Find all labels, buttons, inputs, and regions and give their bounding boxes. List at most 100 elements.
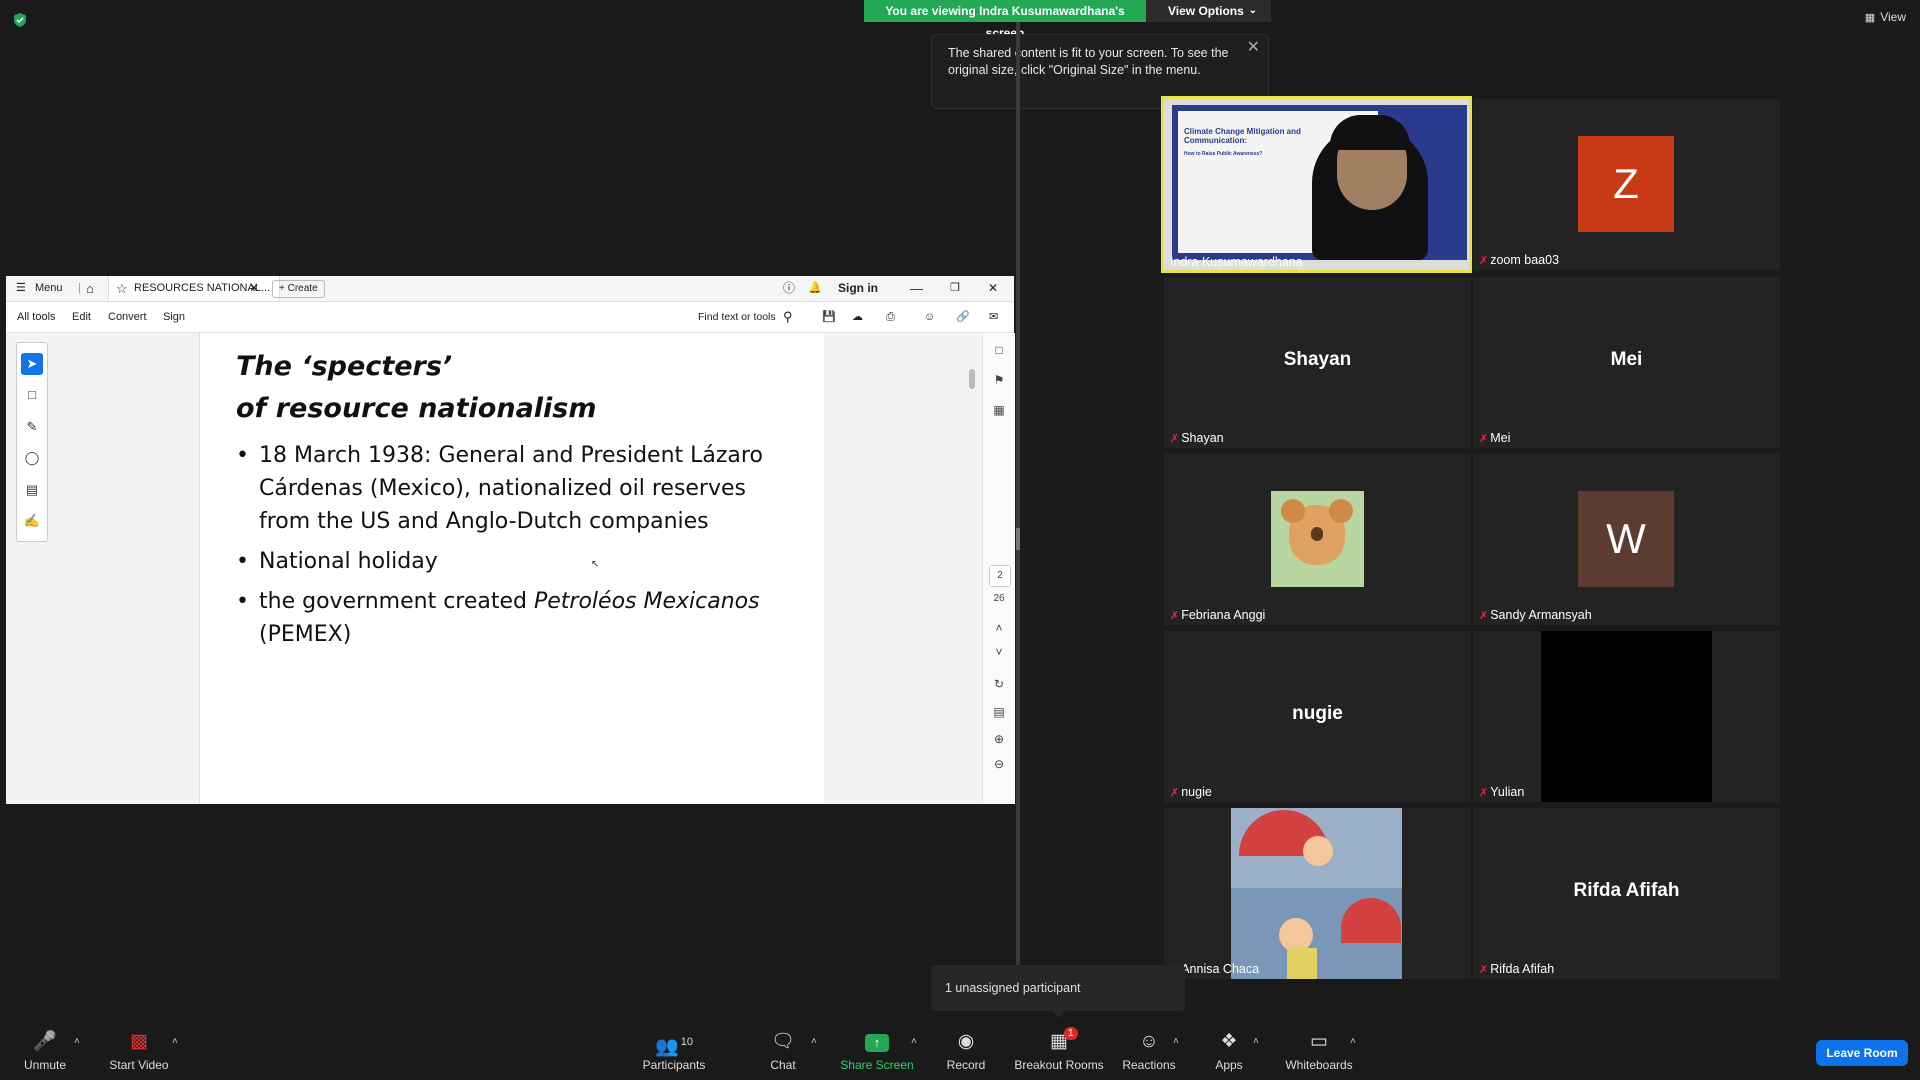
participants-button[interactable]: 👥 10 Participants xyxy=(638,1030,710,1072)
view-button[interactable]: ▦ View xyxy=(1865,10,1906,24)
unmute-button[interactable]: 🎤 Unmute xyxy=(14,1030,76,1072)
reactions-options-caret[interactable]: ˄ xyxy=(1173,1036,1179,1047)
bullet-text: the government created Petroléos Mexican… xyxy=(236,585,796,651)
view-options-button[interactable]: View Options ⌄ xyxy=(1146,0,1271,22)
muted-mic-icon: ✗ xyxy=(1479,787,1489,799)
link-icon[interactable]: 🔗 xyxy=(956,302,970,332)
add-comment-icon[interactable]: □ xyxy=(21,384,43,406)
video-options-caret[interactable]: ˄ xyxy=(172,1036,178,1047)
restore-icon[interactable]: ❐ xyxy=(950,276,960,301)
divider-handle[interactable] xyxy=(1016,528,1020,550)
popup-arrow xyxy=(1052,1011,1066,1018)
home-icon[interactable]: ⌂ xyxy=(86,276,94,301)
select-pointer-icon[interactable]: ➤ xyxy=(21,353,43,375)
bell-icon[interactable]: 🔔 xyxy=(808,276,822,301)
page-down-icon[interactable]: ˅ xyxy=(990,645,1008,663)
zoom-out-icon[interactable]: ⊖ xyxy=(990,757,1008,775)
participant-name: Annisa Chaca xyxy=(1181,962,1260,976)
whiteboards-button[interactable]: ▭ Whiteboards xyxy=(1282,1030,1356,1072)
minimize-icon[interactable]: — xyxy=(910,276,923,301)
chevron-down-icon: ⌄ xyxy=(1248,5,1257,16)
whiteboards-options-caret[interactable]: ˄ xyxy=(1350,1036,1356,1047)
record-button[interactable]: ◉ Record xyxy=(944,1030,988,1072)
participant-tile[interactable]: nugie ✗ nugie xyxy=(1164,631,1471,802)
rotate-icon[interactable]: ↻ xyxy=(990,677,1008,695)
participant-tile[interactable]: Rifda Afifah ✗ Rifda Afifah xyxy=(1473,808,1780,979)
reactions-button[interactable]: ☺ Reactions xyxy=(1120,1030,1178,1072)
email-icon[interactable]: ✉ xyxy=(989,302,998,332)
bullet3-italic: Petroléos Mexicanos xyxy=(534,589,760,614)
muted-mic-icon: ✗ xyxy=(1479,255,1489,267)
upload-cloud-icon[interactable]: ☁ xyxy=(852,302,863,332)
participant-name: Yulian xyxy=(1490,785,1525,799)
save-icon[interactable]: 💾 xyxy=(822,302,836,332)
bullet-dot: • xyxy=(236,589,249,614)
lasso-icon[interactable]: ◯ xyxy=(21,447,43,469)
apps-options-caret[interactable]: ˄ xyxy=(1253,1036,1259,1047)
participant-tile[interactable]: ✗ Febriana Anggi xyxy=(1164,454,1471,625)
participant-tile[interactable]: Z ✗ zoom baa03 xyxy=(1473,99,1780,270)
participant-tile[interactable]: ✗Annisa Chaca xyxy=(1164,808,1471,979)
sign-in-button[interactable]: Sign in xyxy=(838,276,878,301)
participant-tile[interactable]: ✗ Yulian xyxy=(1473,631,1780,802)
mouse-cursor-icon: ↖ xyxy=(591,559,600,570)
comment-icon[interactable]: □ xyxy=(990,343,1008,361)
edit-menu[interactable]: Edit xyxy=(72,302,91,332)
muted-mic-icon: ✗ xyxy=(1479,433,1489,445)
split-divider[interactable] xyxy=(1016,22,1020,972)
find-text-or-tools[interactable]: Find text or tools xyxy=(698,302,776,332)
participant-name: Shayan xyxy=(1181,431,1224,445)
page-up-icon[interactable]: ˄ xyxy=(990,621,1008,639)
search-icon[interactable]: ⚲ xyxy=(783,302,793,332)
sign-pen-icon[interactable]: ✍ xyxy=(21,510,43,532)
help-icon[interactable]: ⓘ xyxy=(783,276,795,301)
bullet3-post: (PEMEX) xyxy=(259,622,352,647)
participant-tile[interactable]: Mei ✗ Mei xyxy=(1473,277,1780,448)
vertical-scrollbar[interactable] xyxy=(969,369,975,389)
extract-page-icon[interactable]: ▤ xyxy=(990,705,1008,723)
leave-room-button[interactable]: Leave Room xyxy=(1816,1040,1908,1066)
share-options-caret[interactable]: ˄ xyxy=(911,1036,917,1047)
print-icon[interactable]: ⎙ xyxy=(886,302,895,332)
muted-mic-icon: ✗ xyxy=(1170,433,1180,445)
zoom-in-icon[interactable]: ⊕ xyxy=(990,732,1008,750)
star-icon[interactable]: ☆ xyxy=(116,276,128,301)
share-screen-button[interactable]: ↑ Share Screen xyxy=(840,1030,914,1072)
participant-tile[interactable]: W ✗ Sandy Armansyah xyxy=(1473,454,1780,625)
close-tab-icon[interactable]: ✕ xyxy=(249,276,259,301)
apps-button[interactable]: ❖ Apps xyxy=(1210,1030,1248,1072)
participant-tile-active-speaker[interactable]: Climate Change Mitigation and Communicat… xyxy=(1161,96,1472,273)
thumbnails-icon[interactable]: ▦ xyxy=(990,403,1008,421)
encryption-shield-icon[interactable] xyxy=(12,12,28,28)
menu-label[interactable]: Menu xyxy=(35,276,63,301)
muted-mic-icon: 🎤 xyxy=(33,1031,57,1052)
bookmark-icon[interactable]: ⚑ xyxy=(990,373,1008,391)
right-tools-rail: □ ⚑ ▦ 2 26 ˄ ˅ ↻ ▤ ⊕ ⊖ xyxy=(982,333,1015,804)
participant-tile[interactable]: Shayan ✗ Shayan xyxy=(1164,277,1471,448)
unassigned-participant-popup[interactable]: 1 unassigned participant xyxy=(931,965,1185,1011)
start-video-button[interactable]: ▩ Start Video xyxy=(104,1030,174,1072)
divider: | xyxy=(78,282,81,294)
chat-options-caret[interactable]: ˄ xyxy=(811,1036,817,1047)
audio-options-caret[interactable]: ˄ xyxy=(74,1036,80,1047)
koala-ear xyxy=(1329,499,1353,523)
current-page-input[interactable]: 2 xyxy=(989,565,1011,587)
all-tools-menu[interactable]: All tools xyxy=(17,302,56,332)
sign-menu[interactable]: Sign xyxy=(163,302,185,332)
close-icon[interactable]: ✕ xyxy=(1247,39,1260,56)
bullet-text: 18 March 1938: General and President Láz… xyxy=(259,443,763,534)
highlight-pen-icon[interactable]: ✎ xyxy=(21,416,43,438)
participants-count: 10 xyxy=(680,1036,693,1048)
hamburger-icon[interactable]: ☰ xyxy=(16,276,26,301)
create-button[interactable]: + Create xyxy=(272,280,325,298)
text-select-icon[interactable]: ▤ xyxy=(21,479,43,501)
chat-button[interactable]: 🗨 Chat xyxy=(763,1030,803,1072)
breakout-rooms-button[interactable]: ▦ 1 Breakout Rooms xyxy=(1014,1027,1104,1072)
record-icon: ◉ xyxy=(957,1031,975,1052)
reactions-label: Reactions xyxy=(1122,1058,1176,1072)
screen-share-banner: You are viewing Indra Kusumawardhana's s… xyxy=(864,0,1271,40)
convert-menu[interactable]: Convert xyxy=(108,302,147,332)
share-icon[interactable]: ☺ xyxy=(924,302,935,332)
close-window-icon[interactable]: ✕ xyxy=(988,276,998,301)
participants-label: Participants xyxy=(642,1058,706,1072)
